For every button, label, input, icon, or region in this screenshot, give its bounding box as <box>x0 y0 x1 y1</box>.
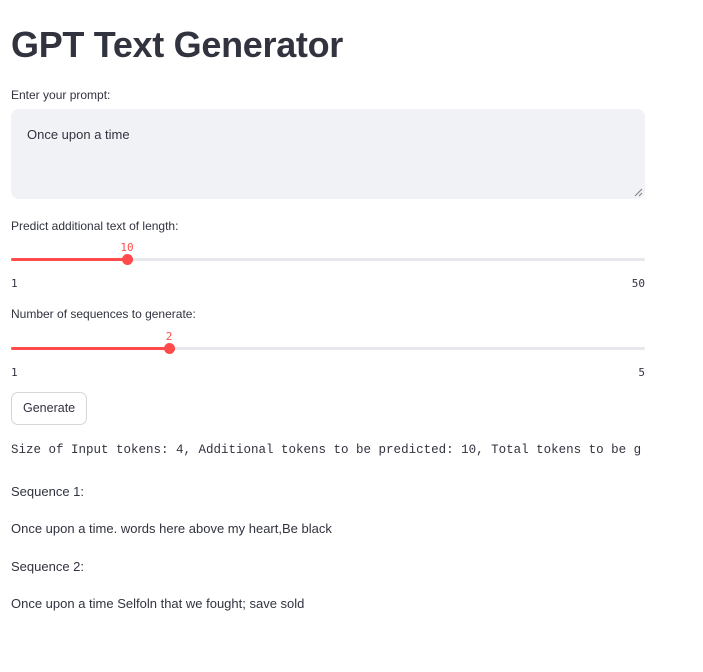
sequences-slider-value: 2 <box>165 330 173 343</box>
sequence-1-text: Once upon a time. words here above my he… <box>11 521 332 536</box>
sequence-2-text: Once upon a time Selfoln that we fought;… <box>11 596 305 611</box>
prompt-label: Enter your prompt: <box>11 88 111 102</box>
sequences-slider-min: 1 <box>11 366 18 379</box>
length-slider-min: 1 <box>11 277 18 290</box>
sequences-slider-max: 5 <box>638 366 645 379</box>
generate-button[interactable]: Generate <box>11 392 88 425</box>
prompt-textarea[interactable]: Once upon a time <box>11 109 645 199</box>
resize-grip-icon[interactable] <box>634 188 643 197</box>
sequences-slider[interactable]: 2 1 5 <box>11 330 645 379</box>
page-title: GPT Text Generator <box>11 24 344 65</box>
sequences-slider-fill <box>11 347 169 350</box>
length-slider-max: 50 <box>631 277 645 290</box>
length-slider-value: 10 <box>120 241 134 254</box>
length-slider-label: Predict additional text of length: <box>11 219 179 233</box>
prompt-text: Once upon a time <box>27 127 130 142</box>
sequence-2-heading: Sequence 2: <box>11 559 85 574</box>
sequences-slider-thumb[interactable] <box>163 343 175 354</box>
length-slider-thumb[interactable] <box>121 254 133 265</box>
sequences-slider-label: Number of sequences to generate: <box>11 307 196 321</box>
length-slider[interactable]: 10 1 50 <box>11 241 645 290</box>
length-slider-fill <box>11 258 127 261</box>
sequence-1-heading: Sequence 1: <box>11 484 85 499</box>
token-info-text: Size of Input tokens: 4, Additional toke… <box>11 443 642 457</box>
